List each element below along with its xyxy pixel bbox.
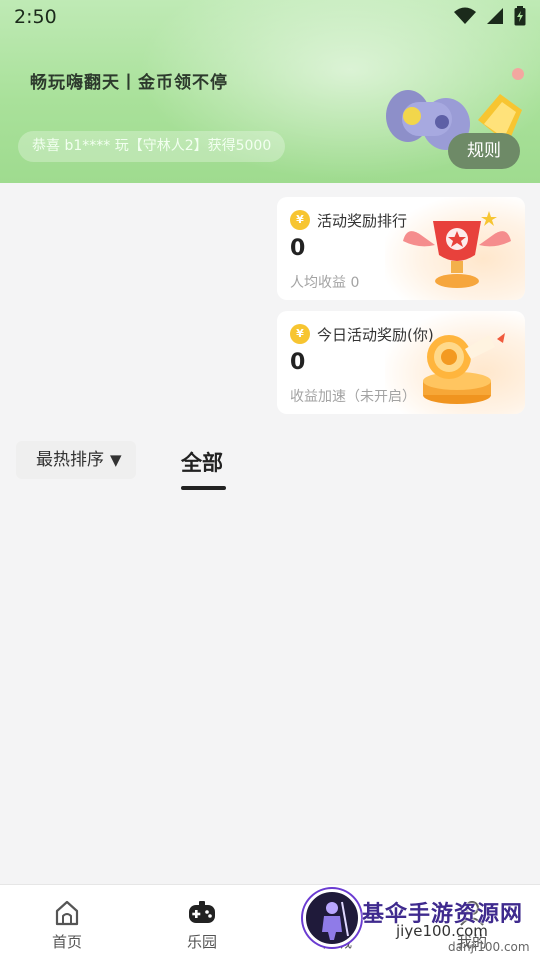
gamepad-icon [189, 901, 215, 923]
home-icon [55, 900, 79, 926]
ninja-logo-icon [322, 901, 349, 940]
card-title: 今日活动奖励(你) [317, 326, 434, 344]
trophy-icon [403, 211, 511, 288]
nav-label: 乐园 [186, 933, 217, 951]
winner-ticker: 恭喜 b1**** 玩【守林人2】获得5000 [18, 131, 286, 162]
rules-button[interactable]: 规则 [448, 133, 520, 169]
card-value: 0 [290, 350, 306, 375]
watermark-url: danji100.com [448, 940, 530, 954]
tab-all[interactable]: 全部 [181, 447, 223, 477]
nav-item-home[interactable]: 首页 [22, 885, 112, 961]
site-watermark: 基伞手游资源网 jiye100.com danji100.com [300, 886, 540, 960]
status-time: 2:50 [14, 6, 57, 28]
nav-item-paradise[interactable]: 乐园 [157, 885, 247, 961]
watermark-logo [303, 889, 361, 947]
card-title: 活动奖励排行 [317, 212, 408, 230]
reward-ranking-card[interactable]: ¥ 活动奖励排行 0 人均收益 0 [277, 197, 525, 300]
today-reward-card[interactable]: ¥ 今日活动奖励(你) 0 收益加速（未开启） [277, 311, 525, 414]
active-tab-indicator [181, 486, 226, 490]
sort-label: 最热排序 [36, 450, 104, 470]
sort-dropdown[interactable]: 最热排序 ▼ [16, 441, 136, 479]
watermark-site: jiye100.com [396, 922, 488, 940]
nav-label: 首页 [51, 933, 82, 951]
coin-icon: ¥ [290, 324, 310, 344]
status-bar: 2:50 [0, 0, 540, 36]
battery-icon [514, 6, 526, 26]
banner-slogan: 畅玩嗨翻天丨金币领不停 [30, 73, 228, 93]
status-icons [454, 6, 526, 26]
caret-down-icon: ▼ [110, 451, 122, 469]
card-value: 0 [290, 236, 306, 261]
coin-icon: ¥ [290, 210, 310, 230]
card-subtitle: 人均收益 0 [290, 275, 360, 291]
signal-icon [487, 8, 503, 24]
wifi-icon [454, 7, 476, 24]
card-subtitle: 收益加速（未开启） [290, 389, 416, 405]
